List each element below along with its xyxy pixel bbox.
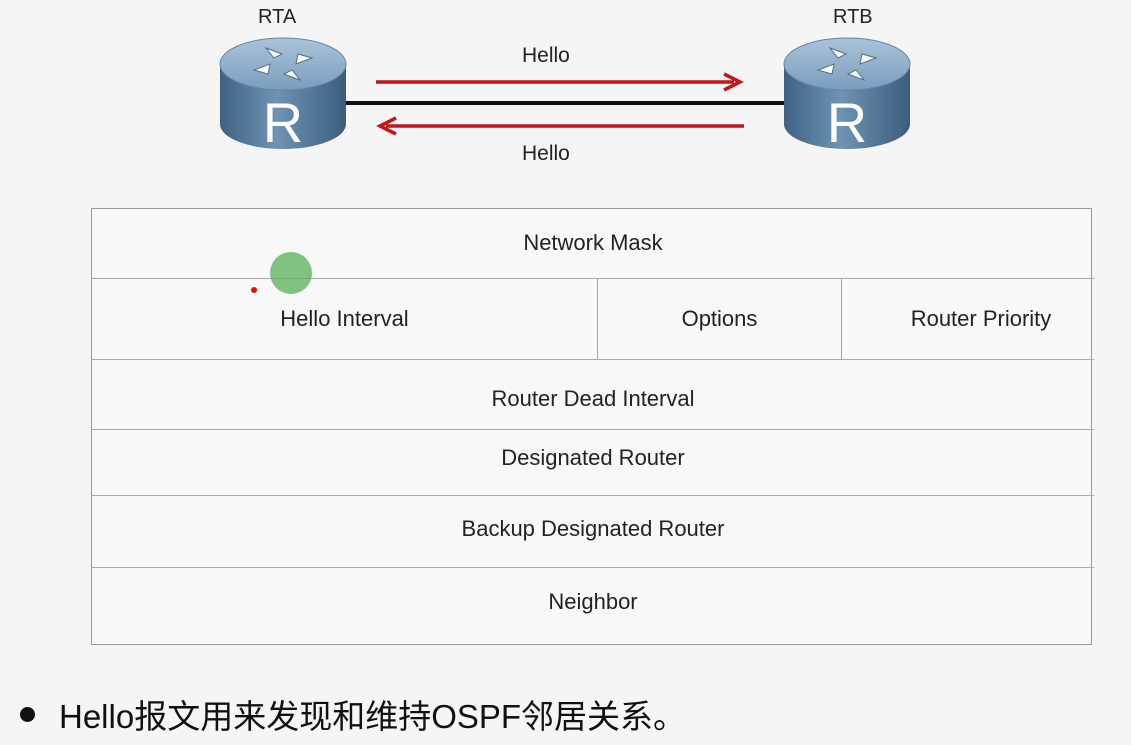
field-router-priority: Router Priority: [910, 306, 1052, 331]
hello-arrow-left: [376, 116, 744, 136]
row-neighbor: Neighbor: [92, 568, 1094, 644]
cursor-highlight: [270, 252, 312, 294]
bullet-icon: [20, 706, 35, 722]
bullet-point: Hello报文用来发现和维持OSPF邻居关系。: [18, 690, 686, 738]
hello-label-bottom: Hello: [522, 142, 570, 165]
router-icon: R: [783, 37, 911, 152]
router-label-rta: RTA: [258, 6, 297, 28]
row-network-mask: Network Mask: [92, 209, 1094, 279]
slide: RTA RTB R R Hello Hello Network Mask Hel…: [0, 0, 1131, 745]
field-network-mask: Network Mask: [523, 229, 663, 255]
router-icon: R: [219, 37, 347, 152]
row-hello-interval: Hello Interval Options Router Priority: [92, 279, 1094, 360]
hello-label-top: Hello: [522, 44, 570, 67]
hello-packet-format-table: Network Mask Hello Interval Options Rout…: [91, 208, 1094, 645]
hello-arrow-right: [376, 72, 744, 92]
bullet-text: Hello报文用来发现和维持OSPF邻居关系。: [59, 698, 687, 735]
laser-pointer-dot: [251, 287, 257, 293]
svg-text:R: R: [827, 91, 867, 152]
link-diagram: [346, 72, 784, 136]
field-options: Options: [681, 306, 758, 331]
field-hello-interval: Hello Interval: [280, 306, 409, 331]
field-designated-router: Designated Router: [501, 444, 685, 470]
field-backup-designated-router: Backup Designated Router: [461, 515, 725, 541]
row-backup-designated-router: Backup Designated Router: [92, 496, 1094, 568]
svg-text:R: R: [263, 91, 303, 152]
field-neighbor: Neighbor: [548, 589, 638, 614]
row-designated-router: Designated Router: [92, 430, 1094, 496]
router-label-rtb: RTB: [833, 6, 873, 28]
